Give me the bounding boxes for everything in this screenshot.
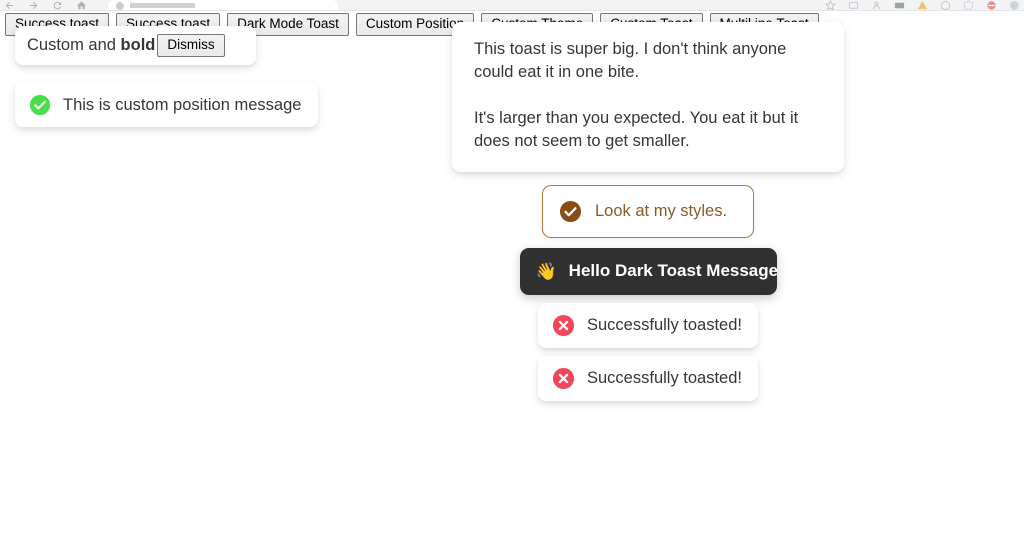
toast-dark-mode-text: Hello Dark Toast Message: [568, 260, 779, 280]
toast-custom-position[interactable]: This is custom position message: [15, 83, 318, 128]
success-check-icon: [559, 200, 582, 222]
reload-icon[interactable]: [52, 0, 63, 11]
downloads-icon[interactable]: [848, 0, 859, 11]
bookmark-icon[interactable]: [825, 0, 836, 11]
home-icon[interactable]: [76, 0, 87, 11]
toast-error-wrapper-1: Successfully toasted!: [452, 302, 844, 348]
toast-error-2[interactable]: Successfully toasted!: [538, 355, 758, 401]
forward-arrow-icon[interactable]: [28, 0, 39, 11]
toast-region-top-center: This toast is super big. I don't think a…: [452, 22, 844, 401]
page-root: Success toast Success toast Dark Mode To…: [0, 0, 1024, 544]
success-check-icon: [29, 95, 51, 116]
toast-error-1[interactable]: Successfully toasted!: [538, 302, 758, 348]
dismiss-button[interactable]: Dismiss: [157, 34, 225, 57]
screen-icon[interactable]: [894, 0, 905, 11]
toast-region-top-left: Custom and bold Dismiss This is custom p…: [15, 26, 445, 128]
toast-dark-mode[interactable]: 👋 Hello Dark Toast Message: [519, 247, 779, 295]
tab-title: [130, 3, 235, 8]
toast-error-2-text: Successfully toasted!: [587, 368, 742, 387]
sync-icon[interactable]: [1009, 0, 1020, 11]
toast-custom-bold-emphasis: bold: [120, 36, 156, 55]
toast-error-wrapper-2: Successfully toasted!: [452, 355, 844, 401]
shield-icon[interactable]: [963, 0, 974, 11]
toast-custom-bold-text: Custom and bold: [27, 34, 155, 56]
browser-tab[interactable]: [108, 0, 338, 10]
browser-chrome: [0, 0, 1024, 11]
profile-icon[interactable]: [871, 0, 882, 11]
error-x-icon: [552, 314, 575, 336]
browser-nav-icons: [4, 0, 87, 11]
waving-hand-icon: 👋: [535, 261, 557, 281]
tab-favicon: [116, 2, 124, 10]
toast-error-1-text: Successfully toasted!: [587, 315, 742, 334]
error-x-icon: [552, 367, 575, 389]
history-icon[interactable]: [940, 0, 951, 11]
browser-toolbar-icons: [825, 0, 1020, 11]
back-arrow-icon[interactable]: [4, 0, 15, 11]
toast-multiline[interactable]: This toast is super big. I don't think a…: [452, 22, 844, 172]
toast-custom-theme-text: Look at my styles.: [595, 202, 728, 221]
toast-theme-wrapper: Look at my styles.: [452, 184, 844, 238]
toast-multiline-paragraph-1: This toast is super big. I don't think a…: [474, 40, 787, 82]
toast-multiline-paragraph-2: It's larger than you expected. You eat i…: [474, 108, 799, 151]
block-icon[interactable]: [986, 0, 997, 11]
toast-custom-bold-prefix: Custom and: [27, 36, 121, 55]
toast-dark-wrapper: 👋 Hello Dark Toast Message: [452, 247, 844, 295]
extension-icon[interactable]: [917, 0, 928, 11]
toast-custom-bold[interactable]: Custom and bold Dismiss: [15, 26, 256, 65]
toast-custom-position-text: This is custom position message: [63, 96, 302, 114]
toast-custom-theme[interactable]: Look at my styles.: [542, 184, 754, 238]
